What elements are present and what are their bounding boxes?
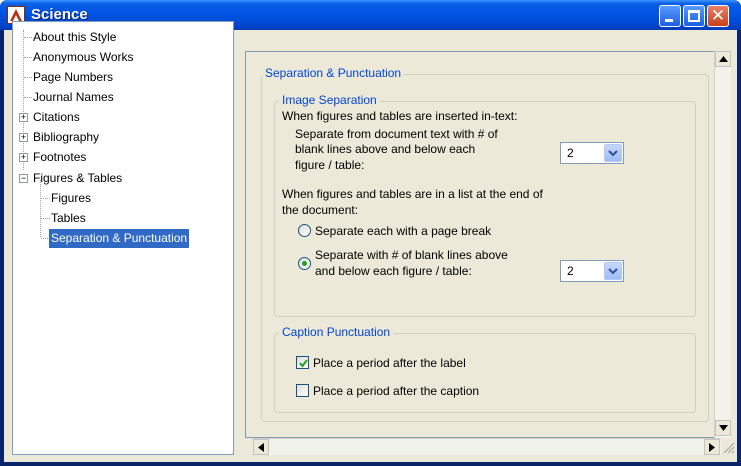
intext-label-line1: Separate from document text with # of [295, 127, 498, 141]
settings-pane: Separation & Punctuation Image Separatio… [245, 51, 721, 438]
minimize-icon [665, 19, 673, 22]
expand-icon[interactable]: + [19, 113, 28, 122]
tree-item-label: Footnotes [33, 150, 87, 164]
expand-icon[interactable]: + [19, 133, 28, 142]
tree-item-label: About this Style [33, 30, 117, 44]
tree-item-label: Citations [33, 110, 80, 124]
scroll-right-button[interactable] [704, 439, 720, 455]
section-title: Separation & Punctuation [262, 66, 405, 80]
tree-item-label: Tables [51, 211, 86, 225]
arrow-left-icon [258, 443, 264, 452]
tree-item-label: Journal Names [33, 90, 114, 104]
intext-blank-lines-value: 2 [567, 146, 574, 160]
blank-lines-radio[interactable] [298, 257, 311, 270]
scroll-up-button[interactable] [715, 51, 731, 67]
chevron-down-icon[interactable] [604, 262, 622, 280]
tree-line [23, 30, 24, 170]
expand-icon[interactable]: + [19, 153, 28, 162]
radio-selected-dot [302, 261, 307, 266]
tree-item-label: Anonymous Works [33, 50, 134, 64]
arrow-up-icon [718, 56, 728, 62]
intext-label-line2: blank lines above and below each [295, 142, 476, 156]
tree-item-label: Bibliography [33, 130, 100, 144]
maximize-button[interactable] [683, 5, 705, 27]
arrow-down-icon [718, 425, 728, 431]
close-button[interactable]: ✕ [707, 5, 729, 27]
chevron-down-icon[interactable] [604, 144, 622, 162]
tree-item-label: Page Numbers [33, 70, 114, 84]
scroll-down-button[interactable] [715, 420, 731, 436]
minimize-button[interactable] [659, 5, 681, 27]
image-separation-groupbox: Image Separation When figures and tables… [274, 93, 696, 317]
scroll-left-button[interactable] [253, 439, 269, 455]
page-break-label[interactable]: Separate each with a page break [315, 224, 491, 238]
resize-grip-icon[interactable] [721, 440, 735, 454]
tree-line [40, 180, 41, 237]
tree-item-label: Figures & Tables [33, 171, 123, 185]
style-tree[interactable]: About this Style Anonymous Works Page Nu… [12, 21, 234, 455]
app-window: Science ✕ About this Style Anonymous Wor… [0, 0, 741, 466]
period-after-caption-text[interactable]: Place a period after the caption [313, 384, 479, 398]
checkmark-icon [299, 359, 308, 368]
arrow-right-icon [709, 443, 715, 452]
intext-label-line3: figure / table: [295, 158, 365, 172]
blank-lines-label-line1[interactable]: Separate with # of blank lines above [315, 248, 508, 262]
image-separation-title: Image Separation [279, 93, 380, 107]
list-heading-line2: the document: [282, 203, 359, 217]
list-heading-line1: When figures and tables are in a list at… [282, 187, 543, 201]
period-after-label-checkbox[interactable] [296, 356, 309, 369]
tree-item-label: Separation & Punctuation [49, 229, 190, 248]
maximize-icon [688, 10, 700, 22]
horizontal-scrollbar[interactable] [253, 438, 721, 455]
tree-item-label: Figures [51, 191, 92, 205]
period-after-caption-checkbox[interactable] [296, 384, 309, 397]
blank-lines-label-line2[interactable]: and below each figure / table: [315, 264, 472, 278]
page-break-radio[interactable] [298, 224, 311, 237]
period-after-label-text[interactable]: Place a period after the label [313, 356, 466, 370]
caption-punctuation-groupbox: Caption Punctuation Place a period after… [274, 325, 696, 413]
collapse-icon[interactable]: − [19, 174, 28, 183]
list-blank-lines-select[interactable]: 2 [560, 260, 624, 282]
caption-punctuation-title: Caption Punctuation [279, 325, 394, 339]
vertical-scrollbar[interactable] [714, 51, 731, 438]
intext-heading: When figures and tables are inserted in-… [282, 109, 518, 123]
list-blank-lines-value: 2 [567, 264, 574, 278]
close-icon: ✕ [710, 6, 726, 25]
section-groupbox: Separation & Punctuation Image Separatio… [261, 66, 709, 422]
intext-blank-lines-select[interactable]: 2 [560, 142, 624, 164]
